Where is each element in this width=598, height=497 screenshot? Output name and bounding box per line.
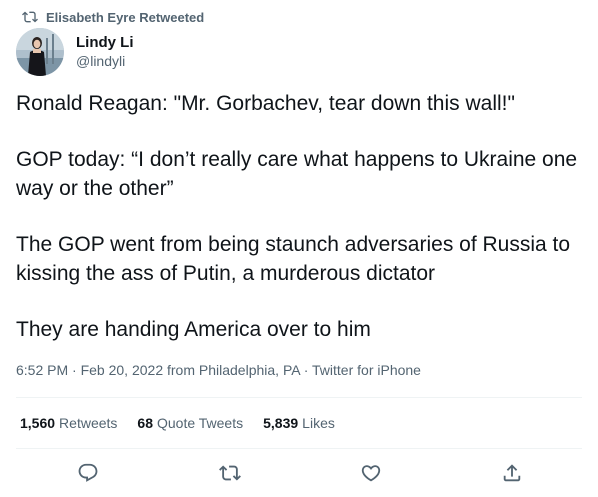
retweets-label: Retweets — [59, 415, 118, 431]
meta-separator: · — [72, 362, 77, 378]
avatar[interactable] — [16, 28, 64, 76]
tweet-location[interactable]: from Philadelphia, PA — [167, 362, 300, 378]
author-names: Lindy Li @lindyli — [76, 33, 134, 71]
heart-icon — [360, 462, 382, 484]
tweet-text: Ronald Reagan: "Mr. Gorbachev, tear down… — [16, 89, 586, 371]
author-display-name[interactable]: Lindy Li — [76, 33, 134, 52]
likes-label: Likes — [302, 415, 335, 431]
retweet-context[interactable]: Elisabeth Eyre Retweeted — [22, 8, 204, 26]
tweet-time[interactable]: 6:52 PM — [16, 362, 68, 378]
tweet-meta: 6:52 PM · Feb 20, 2022 from Philadelphia… — [16, 362, 421, 378]
tweet-paragraph: They are handing America over to him — [16, 318, 371, 341]
author-handle[interactable]: @lindyli — [76, 52, 134, 71]
meta-separator: · — [303, 362, 309, 378]
divider — [16, 448, 582, 449]
retweet-context-label: Elisabeth Eyre Retweeted — [46, 9, 205, 25]
retweet-icon — [22, 9, 38, 25]
retweets-stat[interactable]: 1,560 Retweets — [20, 415, 117, 431]
reply-icon — [77, 462, 99, 484]
quote-tweets-stat[interactable]: 68 Quote Tweets — [137, 415, 243, 431]
likes-stat[interactable]: 5,839 Likes — [263, 415, 335, 431]
tweet-header: Lindy Li @lindyli — [16, 28, 134, 76]
share-icon — [501, 462, 523, 484]
like-button[interactable] — [358, 460, 384, 486]
divider — [16, 397, 582, 398]
likes-count: 5,839 — [263, 415, 299, 431]
tweet-actions — [0, 460, 598, 486]
retweet-button[interactable] — [217, 460, 243, 486]
tweet-stats: 1,560 Retweets 68 Quote Tweets 5,839 Likes — [20, 415, 335, 431]
tweet-source[interactable]: Twitter for iPhone — [312, 362, 421, 378]
share-button[interactable] — [499, 460, 525, 486]
retweets-count: 1,560 — [20, 415, 56, 431]
retweet-icon — [219, 462, 241, 484]
tweet-paragraph: GOP today: “I don’t really care what hap… — [16, 148, 578, 200]
tweet-paragraph: Ronald Reagan: "Mr. Gorbachev, tear down… — [16, 92, 515, 115]
quote-tweets-count: 68 — [137, 415, 153, 431]
tweet-paragraph: The GOP went from being staunch adversar… — [16, 233, 571, 285]
reply-button[interactable] — [75, 460, 101, 486]
quote-tweets-label: Quote Tweets — [156, 415, 244, 431]
tweet-date[interactable]: Feb 20, 2022 — [81, 362, 164, 378]
